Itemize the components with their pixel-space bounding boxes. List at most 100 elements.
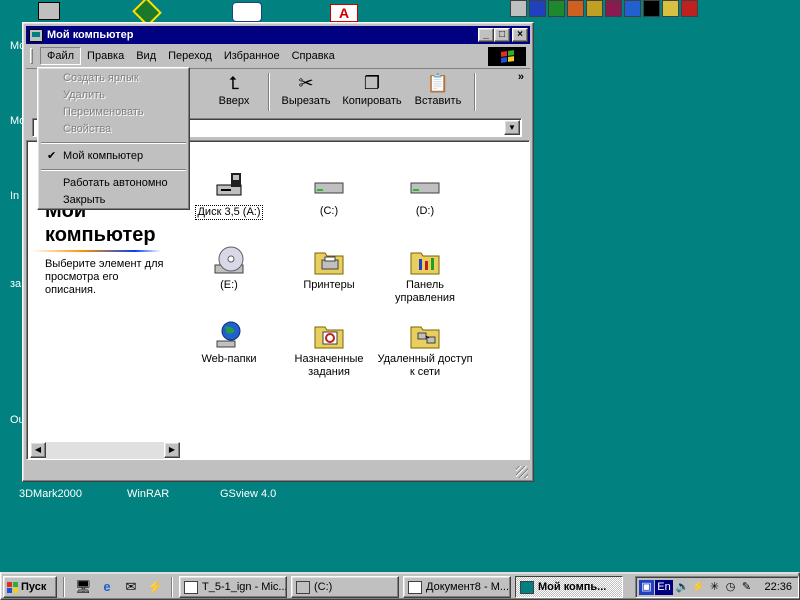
copy-icon: ❐ [363,73,381,93]
toolbar-separator [268,73,270,111]
word-icon[interactable] [529,0,546,17]
task-label: (C:) [314,581,333,593]
scroll-left-button[interactable]: ◀ [30,442,46,458]
computer-icon [29,28,43,42]
close-button[interactable]: × [512,28,528,42]
menu-separator [41,142,186,144]
checkmark-icon: ✔ [47,150,57,162]
item-drive-c[interactable]: (C:) [279,171,379,218]
menu-bar: Файл Правка Вид Переход Избранное Справк… [26,46,530,66]
item-web-folders[interactable]: Web-папки [179,319,279,366]
outlook-express-icon[interactable]: ✉ [123,579,139,595]
menu-view[interactable]: Вид [130,48,162,64]
item-label: (C:) [319,205,339,217]
desktop-label-partial-3[interactable]: In [10,190,19,202]
show-desktop-icon[interactable]: 🖥 [75,579,92,595]
address-dropdown-button[interactable]: ▼ [504,120,520,135]
taskbar-separator [63,577,65,597]
maximize-button[interactable]: □ [494,28,510,42]
outlook-icon[interactable] [586,0,603,17]
clock[interactable]: 22:36 [764,581,792,593]
item-printers[interactable]: Принтеры [279,245,379,292]
volume-icon[interactable]: 🔊 [675,580,690,595]
item-floppy-a[interactable]: Диск 3,5 (A:) [179,171,279,220]
menu-delete[interactable]: Удалить [40,87,187,104]
menu-my-computer-checked[interactable]: ✔ Мой компьютер [40,148,187,165]
msdos-icon[interactable] [643,0,660,17]
item-drive-e[interactable]: (E:) [179,245,279,292]
excel-icon[interactable] [548,0,565,17]
internet-explorer-icon[interactable]: e [99,579,115,595]
tray-pen-icon[interactable]: ✎ [739,580,754,595]
menu-separator [41,169,186,171]
pane-description: Выберите элемент для просмотра его описа… [45,258,164,296]
task-button-document8[interactable]: Документ8 - M... [403,576,511,598]
clipboard-icon: 📋 [426,73,450,93]
tray-clock-app-icon[interactable]: ◷ [723,580,738,595]
item-drive-d[interactable]: (D:) [375,171,475,218]
desktop-icon-top-3[interactable] [232,2,262,22]
start-label: Пуск [21,581,47,593]
desktop-label-partial-4[interactable]: за [10,278,21,290]
task-button-drive-c[interactable]: (C:) [291,576,399,598]
window-titlebar[interactable]: Мой компьютер _ □ × [26,26,530,44]
dialup-networking-icon [409,319,441,351]
web-folders-icon [213,319,245,351]
control-panel-icon [409,245,441,277]
scroll-track[interactable] [46,442,164,459]
menubar-grip[interactable] [30,48,33,64]
tray-app-icon[interactable]: ▣ [639,580,654,595]
menu-help[interactable]: Справка [286,48,341,64]
scroll-right-button[interactable]: ▶ [164,442,180,458]
desktop-icon-winrar[interactable]: WinRAR [127,488,169,500]
item-control-panel[interactable]: Панель управления [375,245,475,305]
desktop-icon-3dmark2000[interactable]: 3DMark2000 [19,488,82,500]
desktop-icon-top-1[interactable] [38,2,60,20]
menu-edit[interactable]: Правка [81,48,130,64]
item-label: (E:) [220,279,238,291]
office-bar-icon[interactable] [510,0,527,17]
menu-go[interactable]: Переход [162,48,218,64]
menu-close[interactable]: Закрыть [40,192,187,209]
item-scheduled-tasks[interactable]: Назначенные задания [279,319,379,379]
item-dialup-networking[interactable]: Удаленный доступ к сети [375,319,475,379]
paste-button[interactable]: 📋 Вставить [412,71,464,113]
resize-grip-icon[interactable] [516,466,528,478]
task-button-my-computer[interactable]: Мой компь... [515,576,623,598]
copy-button[interactable]: ❐ Копировать [340,71,404,113]
paste-button-label: Вставить [414,95,462,107]
menu-favorites[interactable]: Избранное [218,48,286,64]
minimize-button[interactable]: _ [478,28,494,42]
windows-flag-icon [7,581,18,593]
menu-file[interactable]: Файл [40,47,82,65]
pane-divider [31,250,161,252]
taskbar-separator [171,577,173,597]
cut-button[interactable]: ✂ Вырезать [276,71,336,113]
task-button-word-doc[interactable]: T_5-1_ign - Mic... [179,576,287,598]
menu-create-shortcut[interactable]: Создать ярлык [40,70,187,87]
powerpoint-icon[interactable] [567,0,584,17]
start-button[interactable]: Пуск [3,576,57,598]
desktop-icon-gsview[interactable]: GSview 4.0 [220,488,276,500]
quick-launch-icon[interactable]: ⚡ [147,579,163,595]
up-button[interactable]: ⮤ Вверх [212,71,256,113]
menu-work-offline[interactable]: Работать автономно [40,175,187,192]
access-icon[interactable] [605,0,622,17]
language-indicator[interactable]: En [655,580,673,595]
item-label: (D:) [415,205,435,217]
paint-icon[interactable] [681,0,698,17]
item-label: Диск 3,5 (A:) [195,205,263,220]
tray-misc-icon[interactable]: ⚡ [691,580,706,595]
computer-icon [520,580,534,594]
menu-rename[interactable]: Переименовать [40,104,187,121]
up-button-label: Вверх [218,95,250,107]
horizontal-scrollbar[interactable]: ◀ ▶ [30,442,180,459]
system-tray: ▣ En 🔊 ⚡ ✳ ◷ ✎ 22:36 [635,576,799,598]
ie-icon[interactable] [624,0,641,17]
menu-properties[interactable]: Свойства [40,121,187,138]
tray-network-icon[interactable]: ✳ [707,580,722,595]
scheduled-tasks-icon [313,319,345,351]
explorer-icon[interactable] [662,0,679,17]
desktop-icon-top-4[interactable]: A [330,4,358,22]
toolbar-overflow-chevron[interactable]: » [518,71,524,83]
